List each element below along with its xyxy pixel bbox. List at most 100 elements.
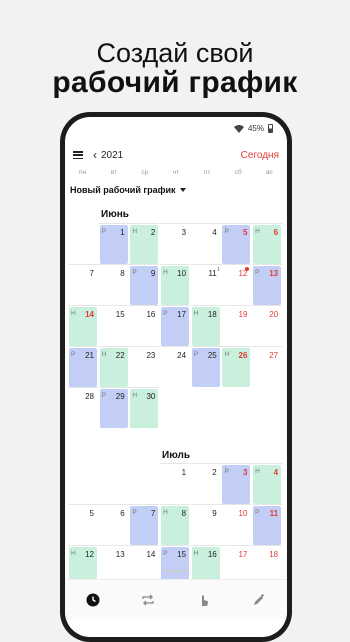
day-cell[interactable]: 20 xyxy=(252,305,283,346)
day-cell[interactable]: Р 29 xyxy=(98,387,129,428)
promo-line-1: Создай свой xyxy=(96,38,254,68)
shift-type: Н xyxy=(255,468,260,475)
day-cell[interactable]: Н 30 xyxy=(129,387,160,428)
shift-type: Р xyxy=(71,351,76,358)
weekday-label: пт xyxy=(203,169,211,176)
day-cell[interactable]: Р7 xyxy=(129,504,160,545)
today-button[interactable]: Сегодня xyxy=(241,150,279,161)
day-cell[interactable]: 23 xyxy=(129,346,160,387)
day-cell[interactable]: 5 xyxy=(68,504,98,545)
edit-icon xyxy=(254,593,265,605)
nav-edit[interactable] xyxy=(244,585,274,615)
shift-type: Р xyxy=(101,392,107,399)
menu-icon[interactable] xyxy=(73,151,83,159)
day-cell[interactable]: 4 xyxy=(190,223,221,264)
shift-type: Н xyxy=(71,550,76,557)
day-number: 5 xyxy=(242,228,248,237)
touch-icon xyxy=(201,594,208,606)
weekday-label: вс xyxy=(266,169,273,176)
day-cell[interactable]: 1 xyxy=(160,463,191,504)
day-cell[interactable]: 16 xyxy=(129,305,160,346)
shift-type: Н xyxy=(255,228,260,235)
day-cell[interactable]: Р 11 xyxy=(252,504,283,545)
day-cell[interactable]: Н8 xyxy=(160,504,191,545)
day-cell[interactable]: Р 17 xyxy=(160,305,191,346)
day-cell[interactable]: Р9 xyxy=(129,264,160,305)
weekday-label: вт xyxy=(110,169,117,176)
day-cell[interactable]: 19 xyxy=(221,305,252,346)
shift-type: Н xyxy=(163,269,168,276)
shift-type: Р xyxy=(255,269,260,276)
day-cell[interactable]: Р 13 xyxy=(252,264,283,305)
sheet-handle[interactable] xyxy=(165,570,187,572)
empty-cell xyxy=(68,463,98,504)
day-cell[interactable]: 7 xyxy=(68,264,98,305)
schedule-selector[interactable]: Новый рабочий график xyxy=(70,185,186,195)
shift-type: Н xyxy=(71,310,76,317)
shift-type: Р xyxy=(163,310,168,317)
day-cell[interactable]: 10 xyxy=(221,504,252,545)
day-cell[interactable]: 2 xyxy=(190,463,221,504)
promo-line-2: рабочий график xyxy=(52,66,298,99)
weekday-label: пн xyxy=(79,169,87,176)
status-bar: 45% xyxy=(233,124,273,133)
chevron-left-icon[interactable]: ‹ xyxy=(93,149,97,161)
day-cell[interactable]: Н 10 xyxy=(160,264,191,305)
day-cell[interactable]: Н4 xyxy=(252,463,283,504)
day-number: 3 xyxy=(242,468,248,477)
day-cell[interactable]: Р 21 xyxy=(68,346,98,387)
schedule-name: Новый рабочий график xyxy=(70,185,176,195)
day-number: 5 xyxy=(89,509,94,518)
day-number: 3 xyxy=(181,228,187,237)
day-cell[interactable]: Н 22 xyxy=(98,346,129,387)
day-number: 16 xyxy=(207,550,217,559)
app-screen: 45% ‹ 2021 Сегодня пн вт ср чт пт сб вс Новый … xyxy=(65,117,287,637)
day-cell[interactable]: Н 26 xyxy=(221,346,252,387)
day-cell[interactable]: 11 1 xyxy=(190,264,221,305)
day-cell[interactable]: 8 xyxy=(98,264,129,305)
day-number: 6 xyxy=(273,228,279,237)
day-cell[interactable]: Р3 xyxy=(221,463,252,504)
weekday-label: ср xyxy=(141,169,149,176)
repeat-icon xyxy=(142,594,154,605)
shift-type: Н xyxy=(193,310,199,317)
day-cell[interactable]: 6 xyxy=(98,504,129,545)
day-number: 6 xyxy=(120,509,125,518)
month-title: Июнь xyxy=(101,209,129,220)
empty-cell xyxy=(68,223,98,264)
day-number: 8 xyxy=(181,509,187,518)
day-cell[interactable]: Н6 xyxy=(252,223,283,264)
battery-icon xyxy=(268,124,273,133)
weekday-header: пн вт ср чт пт сб вс xyxy=(65,169,287,176)
day-number: 10 xyxy=(177,269,187,278)
day-cell[interactable]: 3 xyxy=(160,223,191,264)
day-number: 4 xyxy=(273,468,279,477)
day-number: 2 xyxy=(212,468,217,477)
nav-repeat[interactable] xyxy=(133,585,163,615)
app-bar: ‹ 2021 Сегодня xyxy=(73,147,279,163)
day-cell[interactable]: Н 14 xyxy=(68,305,98,346)
day-cell[interactable]: 15 xyxy=(98,305,129,346)
shift-type: Н xyxy=(132,228,138,235)
day-cell[interactable]: 24 xyxy=(160,346,191,387)
day-cell[interactable]: Н 18 xyxy=(190,305,221,346)
wifi-icon xyxy=(233,124,244,133)
day-cell[interactable]: Р5 xyxy=(221,223,252,264)
empty-cell xyxy=(129,463,159,504)
day-number: 26 xyxy=(238,351,248,360)
day-cell[interactable]: 28 xyxy=(68,387,98,428)
shift-type: Р xyxy=(193,351,199,358)
day-cell[interactable]: 27 xyxy=(252,346,283,387)
nav-touch[interactable] xyxy=(189,585,219,615)
day-cell[interactable]: 12 xyxy=(221,264,252,305)
day-cell[interactable]: Р1 xyxy=(98,223,129,264)
day-number: 15 xyxy=(115,310,125,319)
nav-clock[interactable] xyxy=(78,585,108,615)
day-number: 4 xyxy=(212,228,217,237)
day-number: 7 xyxy=(150,509,156,518)
day-cell[interactable]: Р 25 xyxy=(190,346,221,387)
day-cell[interactable]: 9 xyxy=(190,504,221,545)
month-title: Июль xyxy=(162,450,190,461)
day-cell[interactable]: Н2 xyxy=(129,223,160,264)
day-number: 12 xyxy=(85,550,94,559)
